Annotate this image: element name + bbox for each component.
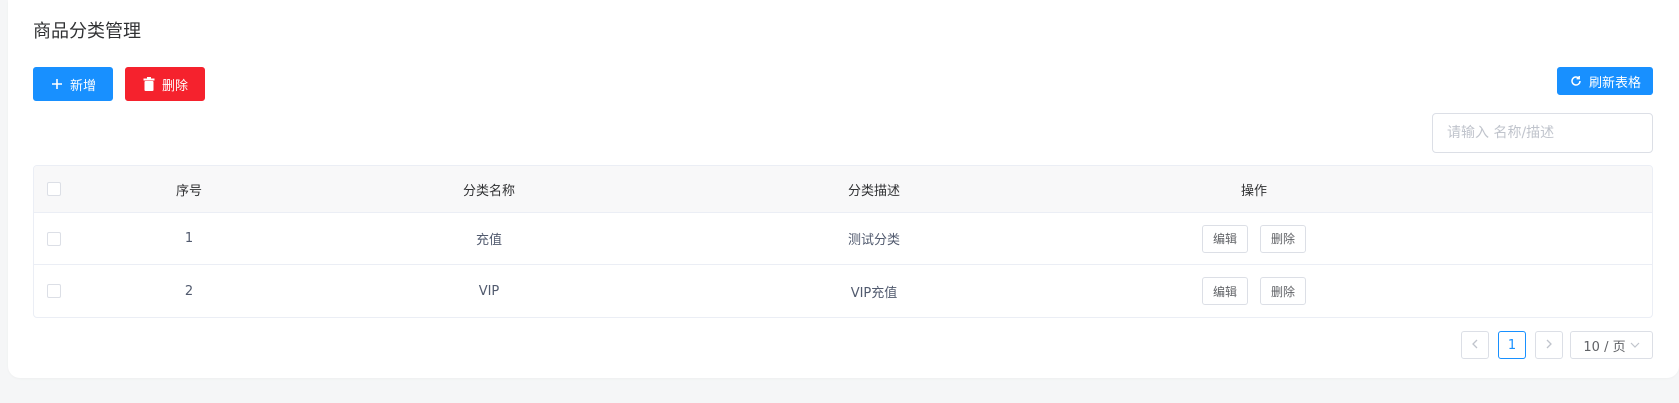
row-checkbox-cell	[34, 265, 74, 317]
select-all-checkbox[interactable]	[47, 182, 61, 196]
header-checkbox-cell	[34, 166, 74, 212]
edit-button[interactable]: 编辑	[1202, 277, 1248, 305]
table-row: 2 VIP VIP充值 编辑 删除	[34, 265, 1652, 317]
plus-icon	[50, 77, 64, 91]
trash-icon	[142, 77, 156, 91]
refresh-icon	[1569, 74, 1583, 88]
refresh-button-label: 刷新表格	[1588, 74, 1641, 90]
column-header-name: 分类名称	[462, 183, 515, 199]
table-header: 序号 分类名称 分类描述 操作	[34, 166, 1652, 213]
column-header-actions: 操作	[1240, 183, 1267, 199]
row-delete-button[interactable]: 删除	[1260, 224, 1306, 253]
chevron-right-icon	[1545, 338, 1553, 353]
row-category-name: VIP	[478, 283, 500, 299]
row-index: 1	[184, 231, 194, 246]
row-actions: 编辑 删除	[1074, 213, 1434, 264]
column-header-description: 分类描述	[847, 183, 900, 199]
page-number-1[interactable]: 1	[1498, 331, 1526, 359]
row-checkbox-cell	[34, 213, 74, 264]
category-table: 序号 分类名称 分类描述 操作 1 充值 测试分类 编辑 删除 2 VIP VI…	[33, 165, 1653, 318]
row-category-name: 充值	[475, 233, 502, 248]
row-category-description: 测试分类	[847, 233, 900, 248]
table-row: 1 充值 测试分类 编辑 删除	[34, 213, 1652, 265]
prev-page-button[interactable]	[1461, 331, 1489, 359]
chevron-left-icon	[1471, 338, 1479, 353]
delete-button-label: 删除	[161, 77, 188, 93]
row-actions: 编辑 删除	[1074, 265, 1434, 317]
refresh-table-button[interactable]: 刷新表格	[1557, 67, 1653, 95]
row-category-description: VIP充值	[850, 285, 898, 301]
row-checkbox[interactable]	[47, 284, 61, 298]
edit-button[interactable]: 编辑	[1202, 224, 1248, 253]
search-input[interactable]	[1432, 113, 1653, 153]
add-button[interactable]: 新增	[33, 67, 113, 101]
column-header-index: 序号	[175, 183, 202, 199]
page-title: 商品分类管理	[33, 21, 141, 42]
chevron-down-icon	[1630, 338, 1640, 353]
add-button-label: 新增	[69, 77, 96, 93]
next-page-button[interactable]	[1535, 331, 1563, 359]
page-size-select[interactable]: 10 / 页	[1570, 331, 1653, 359]
page-size-value: 10 / 页	[1583, 339, 1626, 355]
delete-button[interactable]: 删除	[125, 67, 205, 101]
row-index: 2	[184, 283, 194, 299]
row-checkbox[interactable]	[47, 231, 61, 246]
row-delete-button[interactable]: 删除	[1260, 277, 1306, 305]
